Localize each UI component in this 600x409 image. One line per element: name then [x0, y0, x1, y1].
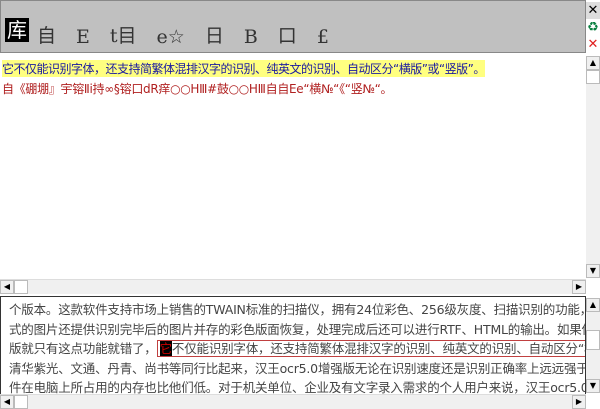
scroll-up-button[interactable]: ▲: [586, 298, 600, 312]
scroll-right-button[interactable]: ▶: [572, 280, 586, 294]
top-vertical-scrollbar[interactable]: ▲ ▼: [586, 56, 600, 278]
bottom-vertical-scrollbar[interactable]: ▲ ▼: [586, 298, 600, 393]
toolbar-button-5[interactable]: 日: [205, 21, 224, 48]
recognized-text-line-2: 自《硼堋』宇镕Ⅱi持∞§镕口dR痒○○HⅢ#鼓○○HⅢ自自Ee“横№“《“竖№“…: [2, 82, 393, 96]
text-line: 个版本。这款软件支持市场上销售的TWAIN标准的扫描仪，拥有24位彩色、256级…: [9, 302, 586, 317]
app-logo-icon: 库: [5, 18, 29, 42]
toolbar: 库 自 E t目 e☆ 日 B 口 £: [0, 0, 586, 53]
close-icon[interactable]: ✕: [586, 2, 600, 19]
toolbar-button-1[interactable]: 自: [37, 21, 56, 48]
scroll-up-button[interactable]: ▲: [586, 56, 600, 70]
scroll-thumb[interactable]: [586, 330, 600, 350]
scroll-down-button[interactable]: ▼: [586, 264, 600, 278]
text-line: 版就只有这点功能就错了， 它不仅能识别字体，还支持简繁体混排汉字的识别、纯英文的识…: [9, 339, 585, 359]
bottom-horizontal-scrollbar[interactable]: ◀ ▶: [0, 394, 586, 409]
scroll-thumb[interactable]: [14, 395, 28, 409]
text-line: 清华紫光、文通、丹青、尚书等同行比起来，汉王ocr5.0增强版无论在识别速度还是…: [9, 360, 586, 376]
text-prefix: 版就只有这点功能就错了，: [9, 341, 157, 356]
scroll-left-button[interactable]: ◀: [0, 395, 14, 409]
selected-text[interactable]: 它不仅能识别字体，还支持简繁体混排汉字的识别、纯英文的识别、自动区分“横版”: [156, 340, 586, 357]
scroll-left-button[interactable]: ◀: [0, 280, 14, 294]
delete-icon[interactable]: ✕: [586, 36, 600, 53]
scroll-thumb[interactable]: [14, 280, 28, 294]
scroll-thumb[interactable]: [586, 70, 600, 84]
recognized-text-line-1: 它不仅能识别字体，还支持简繁体混排汉字的识别、纯英文的识别、自动区分“横版”或“…: [2, 60, 485, 77]
toolbar-button-4[interactable]: e☆: [157, 26, 185, 48]
top-horizontal-scrollbar[interactable]: ◀ ▶: [0, 279, 586, 294]
selected-text-content: 不仅能识别字体，还支持简繁体混排汉字的识别、纯英文的识别、自动区分“横版”: [171, 341, 586, 356]
toolbar-button-6[interactable]: B: [244, 26, 258, 48]
source-text-pane[interactable]: 个版本。这款软件支持市场上销售的TWAIN标准的扫描仪，拥有24位彩色、256级…: [0, 296, 586, 395]
toolbar-button-3[interactable]: t目: [110, 21, 137, 48]
recycle-icon[interactable]: ♻: [586, 19, 600, 36]
text-line: 件在电脑上所占用的内存也比他们低。对于机关单位、企业及有文字录入需求的个人用户来…: [9, 380, 586, 395]
scroll-right-button[interactable]: ▶: [572, 395, 586, 409]
toolbar-button-8[interactable]: £: [317, 26, 329, 48]
text-line: 式的图片还提供识别完毕后的图片并存的彩色版面恢复，处理完成后还可以进行RTF、H…: [9, 321, 586, 337]
side-tools: ✕ ♻ ✕: [586, 0, 600, 53]
toolbar-button-7[interactable]: 口: [278, 21, 297, 48]
toolbar-button-2[interactable]: E: [76, 26, 90, 48]
scroll-down-button[interactable]: ▼: [586, 379, 600, 393]
text-cursor: 它: [159, 341, 172, 356]
